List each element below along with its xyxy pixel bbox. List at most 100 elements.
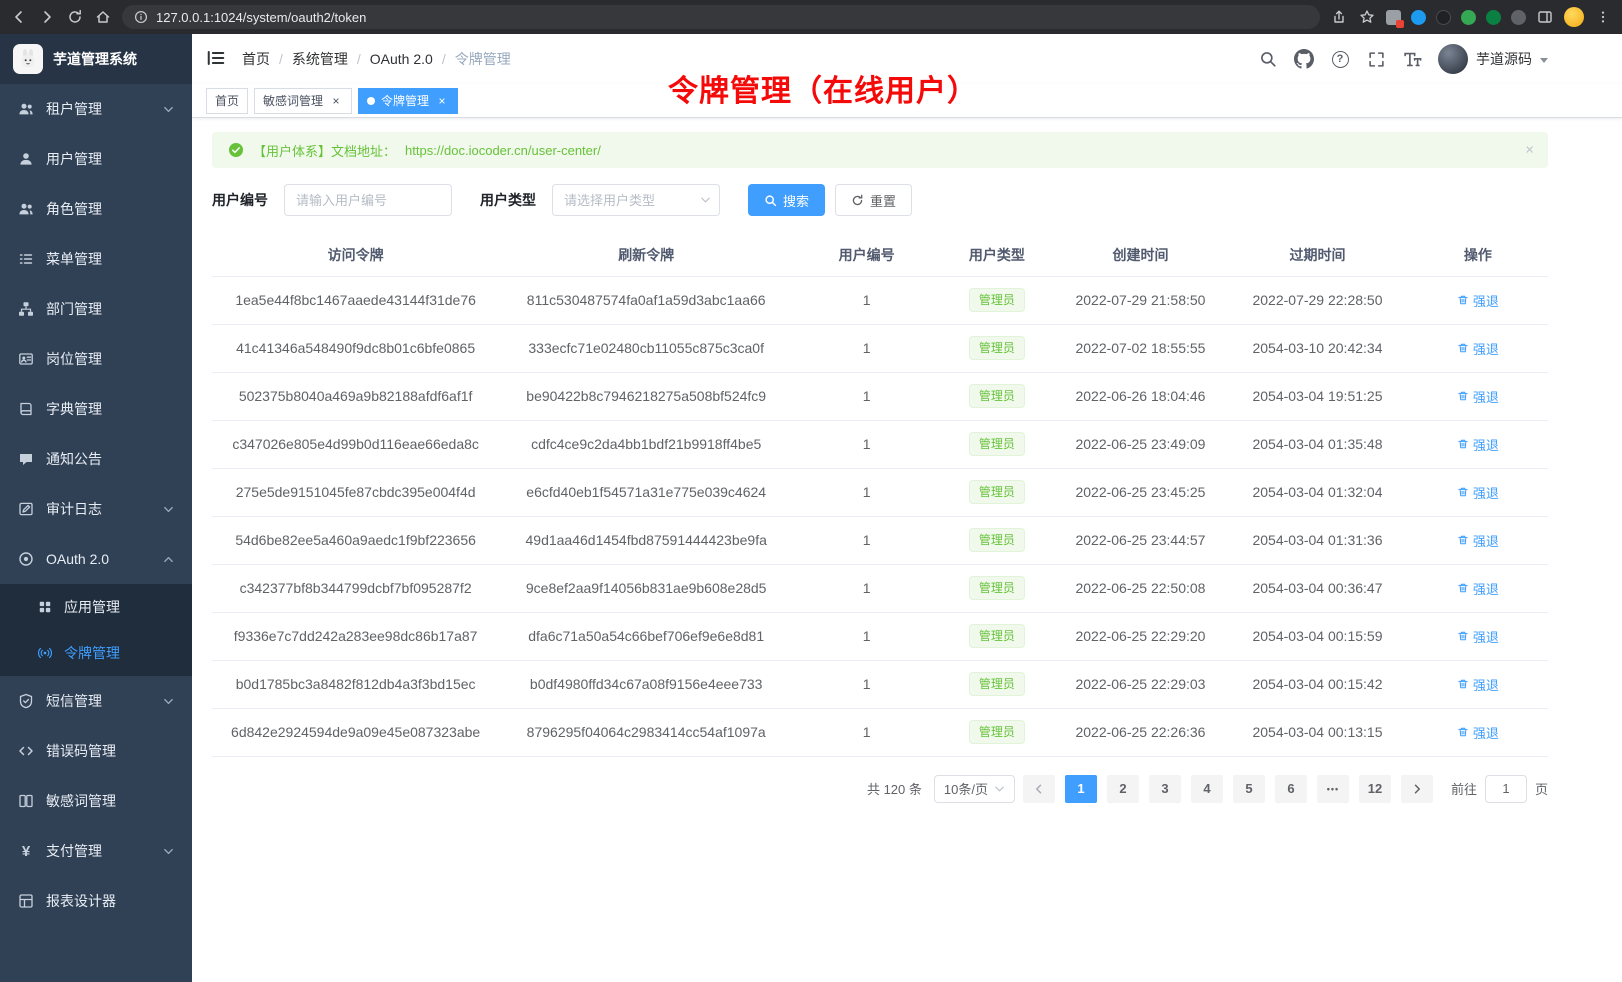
extension-icon-flask[interactable] <box>1486 10 1501 25</box>
app-logo[interactable]: 芋道管理系统 <box>0 34 192 84</box>
breadcrumb-system-management[interactable]: 系统管理 <box>270 49 348 69</box>
reload-button[interactable] <box>66 8 84 26</box>
sidebar-item-sms-management[interactable]: 短信管理 <box>0 676 192 726</box>
created-time-cell: 2022-06-26 18:04:46 <box>1054 372 1228 420</box>
logo-avatar-icon <box>13 44 43 74</box>
browser-menu-icon[interactable] <box>1594 8 1612 26</box>
breadcrumb-oauth2[interactable]: OAuth 2.0 <box>348 51 433 67</box>
force-logout-button[interactable]: 强退 <box>1457 435 1499 454</box>
force-logout-button[interactable]: 强退 <box>1457 483 1499 502</box>
user-type-select[interactable] <box>552 184 720 216</box>
force-logout-button[interactable]: 强退 <box>1457 291 1499 310</box>
sidebar-item-dept-management[interactable]: 部门管理 <box>0 284 192 334</box>
doc-link[interactable]: https://doc.iocoder.cn/user-center/ <box>405 143 601 158</box>
search-icon[interactable] <box>1258 49 1278 69</box>
access-token-cell: 6d842e2924594de9a09e45e087323abe <box>212 708 499 756</box>
home-button[interactable] <box>94 8 112 26</box>
force-logout-button[interactable]: 强退 <box>1457 387 1499 406</box>
extension-icon-green[interactable] <box>1461 10 1476 25</box>
alert-close-icon[interactable] <box>1525 142 1534 159</box>
side-panel-icon[interactable] <box>1536 8 1554 26</box>
expire-time-cell: 2054-03-04 01:32:04 <box>1227 468 1407 516</box>
sidebar-item-tenant-management[interactable]: 租户管理 <box>0 84 192 134</box>
sidebar-item-dict-management[interactable]: 字典管理 <box>0 384 192 434</box>
action-cell: 强退 <box>1408 564 1548 612</box>
help-icon[interactable] <box>1330 49 1350 69</box>
fullscreen-icon[interactable] <box>1366 49 1386 69</box>
forward-button[interactable] <box>38 8 56 26</box>
extension-icon-dark[interactable] <box>1436 10 1451 25</box>
page-button-3[interactable]: 3 <box>1149 775 1181 803</box>
prev-page-button[interactable] <box>1023 775 1055 803</box>
force-logout-button[interactable]: 强退 <box>1457 627 1499 646</box>
back-button[interactable] <box>10 8 28 26</box>
force-logout-button[interactable]: 强退 <box>1457 675 1499 694</box>
user-type-badge: 管理员 <box>969 432 1025 456</box>
sidebar-subitem-app-management[interactable]: 应用管理 <box>0 584 192 630</box>
url-text: 127.0.0.1:1024/system/oauth2/token <box>156 10 366 25</box>
sidebar-item-role-management[interactable]: 角色管理 <box>0 184 192 234</box>
access-token-cell: c347026e805e4d99b0d116eae66eda8c <box>212 420 499 468</box>
page-button-6[interactable]: 6 <box>1275 775 1307 803</box>
site-info-icon[interactable] <box>134 10 148 24</box>
expire-time-cell: 2022-07-29 22:28:50 <box>1227 276 1407 324</box>
bookmark-star-icon[interactable] <box>1358 8 1376 26</box>
action-cell: 强退 <box>1408 372 1548 420</box>
sidebar-item-payment-management[interactable]: ¥ 支付管理 <box>0 826 192 876</box>
extension-icon-paw[interactable] <box>1511 10 1526 25</box>
hamburger-icon[interactable] <box>206 48 228 70</box>
user-type-cell: 管理员 <box>940 468 1054 516</box>
sidebar-item-sensitive-word-management[interactable]: 敏感词管理 <box>0 776 192 826</box>
breadcrumb-home[interactable]: 首页 <box>242 49 270 69</box>
tab-close-icon[interactable] <box>329 94 343 108</box>
sidebar-subitem-token-management[interactable]: 令牌管理 <box>0 630 192 676</box>
next-page-button[interactable] <box>1401 775 1433 803</box>
sidebar-item-oauth2[interactable]: OAuth 2.0 <box>0 534 192 584</box>
search-button[interactable]: 搜索 <box>748 184 825 216</box>
sidebar-item-user-management[interactable]: 用户管理 <box>0 134 192 184</box>
sidebar-item-notice-announcement[interactable]: 通知公告 <box>0 434 192 484</box>
tab-token-management[interactable]: 令牌管理 <box>358 88 458 114</box>
access-token-cell: 502375b8040a469a9b82188afdf6af1f <box>212 372 499 420</box>
refresh-token-cell: cdfc4ce9c2da4bb1bdf21b9918ff4be5 <box>499 420 793 468</box>
user-menu[interactable]: 芋道源码 <box>1438 44 1548 74</box>
sidebar-item-report-designer[interactable]: 报表设计器 <box>0 876 192 926</box>
user-avatar[interactable] <box>1438 44 1468 74</box>
user-type-label: 用户类型 <box>480 190 536 210</box>
reset-button[interactable]: 重置 <box>835 184 912 216</box>
sidebar-item-error-code-management[interactable]: 错误码管理 <box>0 726 192 776</box>
expire-time-cell: 2054-03-04 00:36:47 <box>1227 564 1407 612</box>
force-logout-button[interactable]: 强退 <box>1457 339 1499 358</box>
table-row: 502375b8040a469a9b82188afdf6af1f be90422… <box>212 372 1548 420</box>
refresh-token-cell: 49d1aa46d1454fbd87591444423be9fa <box>499 516 793 564</box>
page-button-5[interactable]: 5 <box>1233 775 1265 803</box>
sidebar-item-audit-log[interactable]: 审计日志 <box>0 484 192 534</box>
tab-home[interactable]: 首页 <box>206 88 248 114</box>
force-logout-button[interactable]: 强退 <box>1457 531 1499 550</box>
force-logout-button[interactable]: 强退 <box>1457 579 1499 598</box>
table-row: f9336e7c7dd242a283ee98dc86b17a87 dfa6c71… <box>212 612 1548 660</box>
sidebar-item-menu-management[interactable]: 菜单管理 <box>0 234 192 284</box>
font-size-icon[interactable] <box>1402 49 1422 69</box>
page-button-4[interactable]: 4 <box>1191 775 1223 803</box>
share-icon[interactable] <box>1330 8 1348 26</box>
user-id-input[interactable] <box>284 184 452 216</box>
page-button-last[interactable]: 12 <box>1359 775 1391 803</box>
refresh-token-cell: dfa6c71a50a54c66bef706ef9e6e8d81 <box>499 612 793 660</box>
github-icon[interactable] <box>1294 49 1314 69</box>
extension-icon-with-badge[interactable] <box>1386 10 1401 25</box>
expire-time-cell: 2054-03-04 01:31:36 <box>1227 516 1407 564</box>
url-bar[interactable]: 127.0.0.1:1024/system/oauth2/token <box>122 5 1320 29</box>
browser-profile-avatar[interactable] <box>1564 7 1584 27</box>
page-button-1[interactable]: 1 <box>1065 775 1097 803</box>
tab-sensitive-word-management[interactable]: 敏感词管理 <box>254 88 352 114</box>
tab-close-icon[interactable] <box>435 94 449 108</box>
chevron-down-icon <box>163 104 174 115</box>
sidebar-item-post-management[interactable]: 岗位管理 <box>0 334 192 384</box>
more-pages-button[interactable]: ••• <box>1317 775 1349 803</box>
page-size-select[interactable]: 10条/页 <box>934 775 1015 803</box>
page-button-2[interactable]: 2 <box>1107 775 1139 803</box>
extension-icon-blue[interactable] <box>1411 10 1426 25</box>
goto-page-input[interactable] <box>1485 775 1527 803</box>
force-logout-button[interactable]: 强退 <box>1457 723 1499 742</box>
